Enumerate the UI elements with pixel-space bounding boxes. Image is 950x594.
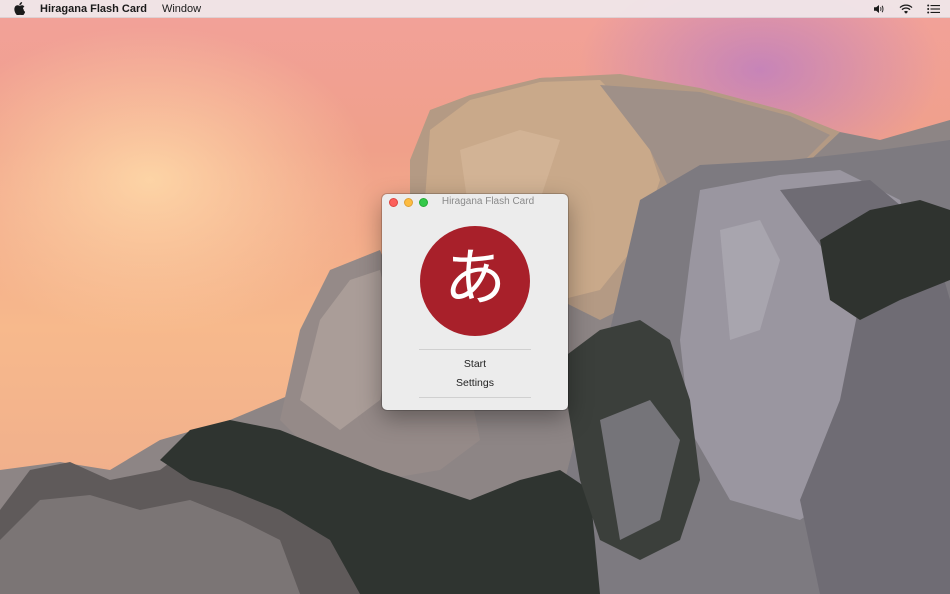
apple-icon[interactable]	[14, 2, 27, 15]
settings-button[interactable]: Settings	[382, 377, 568, 389]
window-title: Hiragana Flash Card	[441, 196, 535, 207]
wifi-icon[interactable]	[899, 3, 913, 14]
start-button[interactable]: Start	[382, 358, 568, 370]
app-logo: あ	[420, 226, 530, 336]
divider-top	[419, 349, 531, 350]
menu-app-name[interactable]: Hiragana Flash Card	[40, 3, 147, 15]
notification-center-icon[interactable]	[927, 4, 940, 14]
logo-character: あ	[443, 241, 506, 314]
app-window: Hiragana Flash Card あ Start Settings	[382, 194, 568, 410]
window-titlebar[interactable]: Hiragana Flash Card	[382, 194, 568, 211]
menu-bar: Hiragana Flash Card Window	[0, 0, 950, 18]
status-area	[874, 0, 940, 17]
menu-item-window[interactable]: Window	[162, 3, 201, 15]
volume-icon[interactable]	[874, 4, 885, 14]
divider-bottom	[419, 397, 531, 398]
